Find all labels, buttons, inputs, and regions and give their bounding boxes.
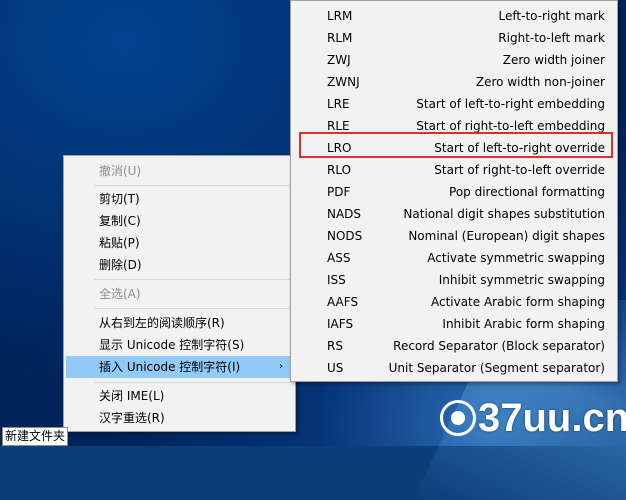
submenu-item-lre[interactable]: LRE Start of left-to-right embedding [293,93,615,115]
desc-label: Start of left-to-right override [434,141,605,155]
submenu-item-lro[interactable]: LRO Start of left-to-right override [293,137,615,159]
context-menu: 撤消(U) 剪切(T) 复制(C) 粘贴(P) 删除(D) 全选(A) 从右到左… [63,155,296,432]
submenu-item-nods[interactable]: NODS Nominal (European) digit shapes [293,225,615,247]
code-label: ISS [327,273,346,287]
code-label: LRM [327,9,353,23]
desc-label: Activate Arabic form shaping [430,295,605,309]
code-label: NODS [327,229,363,243]
code-label: RLM [327,31,353,45]
desc-label: Start of right-to-left override [434,163,605,177]
submenu-item-iafs[interactable]: IAFS Inhibit Arabic form shaping [293,313,615,335]
desc-label: Zero width non-joiner [475,75,605,89]
menu-item-reconvert[interactable]: 汉字重选(R) [66,407,293,429]
desc-label: National digit shapes substitution [403,207,605,221]
submenu-item-iss[interactable]: ISS Inhibit symmetric swapping [293,269,615,291]
desc-label: Activate symmetric swapping [427,251,605,265]
menu-item-undo[interactable]: 撤消(U) [66,160,293,182]
code-label: IAFS [327,317,354,331]
menu-item-select-all[interactable]: 全选(A) [66,283,293,305]
chevron-right-icon: › [279,361,283,372]
code-label: NADS [327,207,362,221]
unicode-control-submenu: LRM Left-to-right mark RLM Right-to-left m… [290,0,618,382]
desc-label: Right-to-left mark [498,31,605,45]
desc-label: Record Separator (Block separator) [393,339,605,353]
desc-label: Nominal (European) digit shapes [408,229,605,243]
submenu-item-rs[interactable]: RS Record Separator (Block separator) [293,335,615,357]
submenu-item-rle[interactable]: RLE Start of right-to-left embedding [293,115,615,137]
submenu-item-zwj[interactable]: ZWJ Zero width joiner [293,49,615,71]
submenu-item-rlo[interactable]: RLO Start of right-to-left override [293,159,615,181]
menu-item-paste[interactable]: 粘贴(P) [66,232,293,254]
submenu-item-nads[interactable]: NADS National digit shapes substitution [293,203,615,225]
menu-item-insert-unicode-control[interactable]: 插入 Unicode 控制字符(I) › [66,356,293,378]
menu-separator [94,185,291,186]
submenu-item-us[interactable]: US Unit Separator (Segment separator) [293,357,615,379]
desc-label: Pop directional formatting [449,185,605,199]
desc-label: Start of left-to-right embedding [416,97,605,111]
desc-label: Inhibit symmetric swapping [438,273,605,287]
menu-item-label: 插入 Unicode 控制字符(I) [99,360,241,374]
code-label: LRO [327,141,352,155]
menu-item-show-unicode-control[interactable]: 显示 Unicode 控制字符(S) [66,334,293,356]
code-label: ZWNJ [327,75,360,89]
submenu-item-lrm[interactable]: LRM Left-to-right mark [293,5,615,27]
menu-item-copy[interactable]: 复制(C) [66,210,293,232]
watermark: 37uu.cn [478,396,626,440]
menu-item-close-ime[interactable]: 关闭 IME(L) [66,385,293,407]
code-label: US [327,361,344,375]
menu-separator [94,382,291,383]
rename-input[interactable]: 新建文件夹 [2,427,69,446]
desc-label: Inhibit Arabic form shaping [442,317,605,331]
code-label: LRE [327,97,350,111]
menu-item-rtl-reading-order[interactable]: 从右到左的阅读顺序(R) [66,312,293,334]
code-label: PDF [327,185,351,199]
code-label: ZWJ [327,53,351,67]
code-label: RS [327,339,343,353]
submenu-item-zwnj[interactable]: ZWNJ Zero width non-joiner [293,71,615,93]
desc-label: Start of right-to-left embedding [416,119,605,133]
code-label: RLE [327,119,350,133]
menu-separator [94,308,291,309]
desc-label: Left-to-right mark [498,9,605,23]
submenu-item-pdf[interactable]: PDF Pop directional formatting [293,181,615,203]
desc-label: Zero width joiner [502,53,605,67]
submenu-item-rlm[interactable]: RLM Right-to-left mark [293,27,615,49]
code-label: AAFS [327,295,359,309]
code-label: ASS [327,251,351,265]
menu-item-delete[interactable]: 删除(D) [66,254,293,276]
watermark-logo-icon [440,400,476,436]
menu-item-cut[interactable]: 剪切(T) [66,188,293,210]
menu-separator [94,279,291,280]
desc-label: Unit Separator (Segment separator) [388,361,605,375]
submenu-item-aafs[interactable]: AAFS Activate Arabic form shaping [293,291,615,313]
submenu-item-ass[interactable]: ASS Activate symmetric swapping [293,247,615,269]
code-label: RLO [327,163,352,177]
